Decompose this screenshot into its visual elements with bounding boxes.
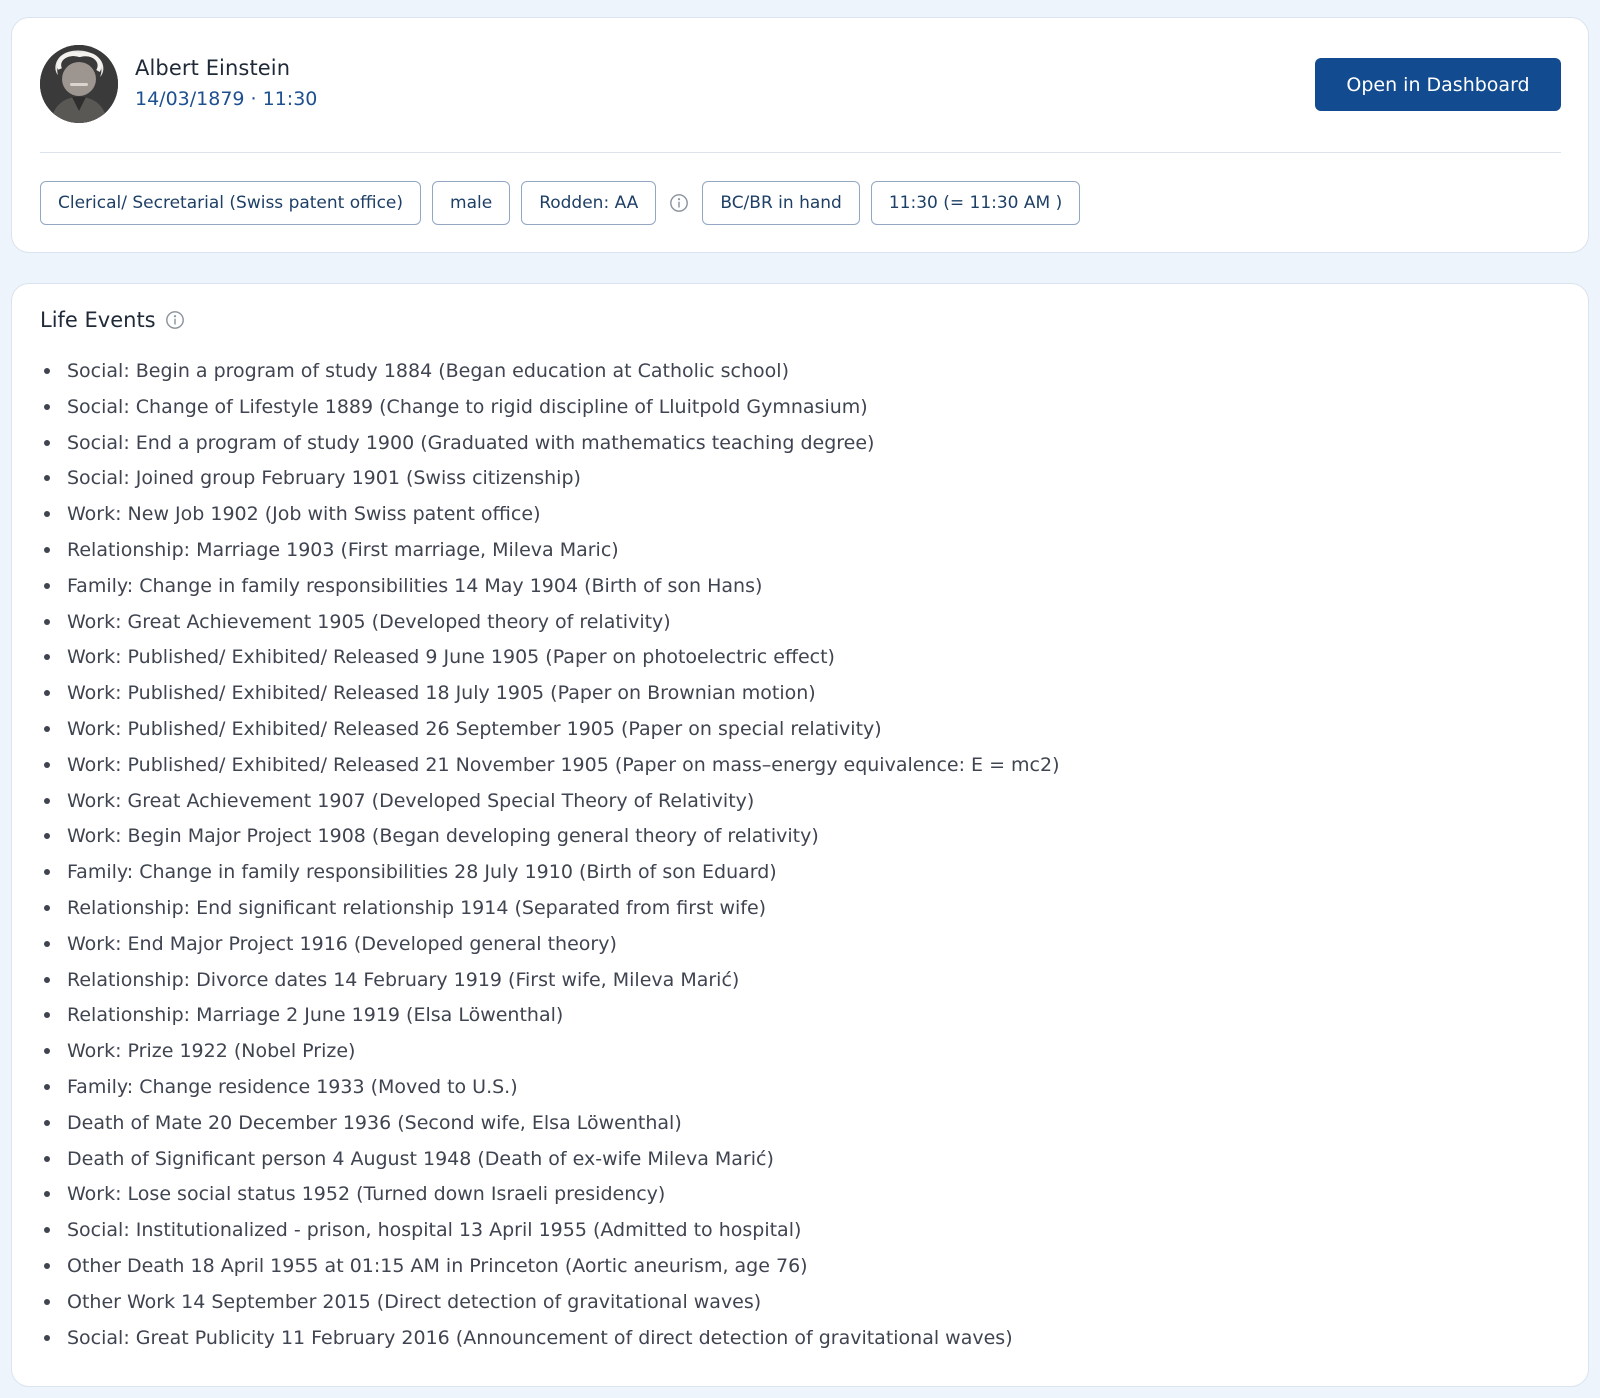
life-event-item: Social: Institutionalized - prison, hosp… <box>40 1217 1060 1253</box>
life-event-item: Family: Change in family responsibilitie… <box>40 859 1060 895</box>
person-name: Albert Einstein <box>135 56 291 80</box>
life-event-item: Other Death 18 April 1955 at 01:15 AM in… <box>40 1253 1060 1289</box>
life-events-info-icon[interactable] <box>165 310 185 330</box>
life-event-item: Relationship: End significant relationsh… <box>40 895 1060 931</box>
life-events-title: Life Events <box>40 308 156 332</box>
life-event-item: Social: Change of Lifestyle 1889 (Change… <box>40 394 1060 430</box>
open-in-dashboard-button[interactable]: Open in Dashboard <box>1315 58 1561 111</box>
life-event-item: Relationship: Divorce dates 14 February … <box>40 967 1060 1003</box>
life-event-item: Family: Change residence 1933 (Moved to … <box>40 1074 1060 1110</box>
life-event-item: Work: Begin Major Project 1908 (Began de… <box>40 823 1060 859</box>
life-event-item: Work: Published/ Exhibited/ Released 18 … <box>40 680 1060 716</box>
portrait-photo-icon <box>40 45 118 123</box>
life-event-item: Death of Significant person 4 August 194… <box>40 1146 1060 1182</box>
life-event-item: Work: Published/ Exhibited/ Released 26 … <box>40 716 1060 752</box>
avatar <box>40 45 118 123</box>
life-events-header: Life Events <box>40 308 185 332</box>
life-event-item: Social: Joined group February 1901 (Swis… <box>40 465 1060 501</box>
life-event-item: Work: Published/ Exhibited/ Released 9 J… <box>40 644 1060 680</box>
life-event-item: Social: End a program of study 1900 (Gra… <box>40 430 1060 466</box>
gender-tag: male <box>432 181 511 225</box>
life-event-item: Death of Mate 20 December 1936 (Second w… <box>40 1110 1060 1146</box>
life-event-item: Relationship: Marriage 1903 (First marri… <box>40 537 1060 573</box>
life-event-item: Work: Prize 1922 (Nobel Prize) <box>40 1038 1060 1074</box>
life-event-item: Work: Great Achievement 1905 (Developed … <box>40 609 1060 645</box>
occupation-tag: Clerical/ Secretarial (Swiss patent offi… <box>40 181 422 225</box>
birth-datetime: 14/03/1879 · 11:30 <box>135 88 318 110</box>
divider <box>40 152 1561 153</box>
rodden-rating-tag: Rodden: AA <box>521 181 657 225</box>
life-events-list: Social: Begin a program of study 1884 (B… <box>40 358 1060 1360</box>
life-event-item: Work: New Job 1902 (Job with Swiss paten… <box>40 501 1060 537</box>
life-event-item: Social: Begin a program of study 1884 (B… <box>40 358 1060 394</box>
life-event-item: Work: Published/ Exhibited/ Released 21 … <box>40 752 1060 788</box>
tag-row: Clerical/ Secretarial (Swiss patent offi… <box>40 181 1081 225</box>
life-event-item: Family: Change in family responsibilitie… <box>40 573 1060 609</box>
life-event-item: Other Work 14 September 2015 (Direct det… <box>40 1289 1060 1325</box>
life-event-item: Social: Great Publicity 11 February 2016… <box>40 1325 1060 1361</box>
life-events-card: Life Events Social: Begin a program of s… <box>11 283 1589 1387</box>
time-tag: 11:30 (= 11:30 AM ) <box>870 181 1081 225</box>
life-event-item: Work: Great Achievement 1907 (Developed … <box>40 788 1060 824</box>
rodden-info-icon[interactable] <box>669 193 689 213</box>
life-event-item: Relationship: Marriage 2 June 1919 (Elsa… <box>40 1002 1060 1038</box>
life-event-item: Work: End Major Project 1916 (Developed … <box>40 931 1060 967</box>
source-tag: BC/BR in hand <box>702 181 860 225</box>
profile-card: Albert Einstein 14/03/1879 · 11:30 Open … <box>11 17 1589 253</box>
life-event-item: Work: Lose social status 1952 (Turned do… <box>40 1181 1060 1217</box>
